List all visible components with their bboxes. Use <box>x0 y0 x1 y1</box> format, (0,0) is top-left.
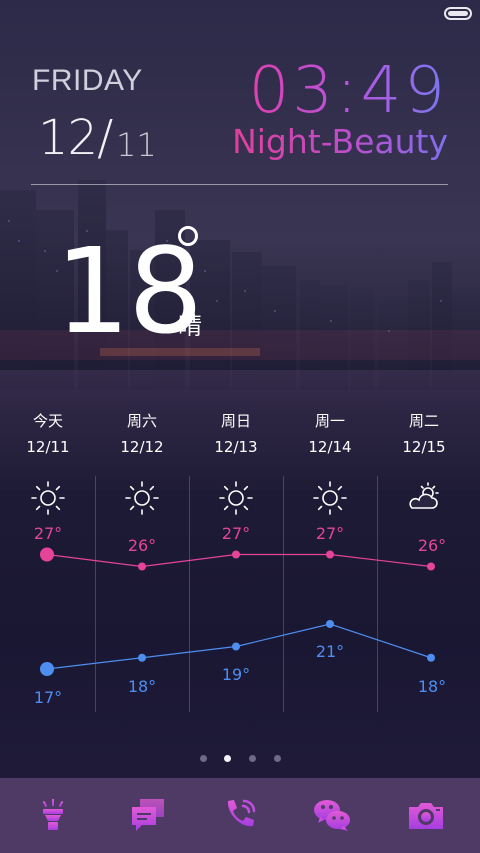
partly-cloudy-icon <box>409 482 439 509</box>
day-name: FRIDAY <box>32 64 143 97</box>
sun-icon <box>125 481 159 515</box>
messages-icon[interactable] <box>128 795 168 835</box>
column-divider <box>189 476 190 712</box>
forecast-date-2: 12/13 <box>214 438 258 456</box>
forecast-day-3: 周一 <box>314 412 345 430</box>
page-dot-active[interactable] <box>224 755 231 762</box>
forecast-date-0: 12/11 <box>26 438 70 456</box>
high-temp-point <box>40 547 54 562</box>
low-temp-label: 18° <box>127 677 157 696</box>
sun-icon <box>313 481 347 515</box>
page-dot[interactable] <box>249 755 256 762</box>
forecast-date-1: 12/12 <box>120 438 164 456</box>
low-temp-point <box>232 642 240 651</box>
page-dot[interactable] <box>274 755 281 762</box>
low-temp-point <box>40 662 54 676</box>
forecast-day-1: 周六 <box>126 412 157 430</box>
column-divider <box>95 476 96 712</box>
low-temp-label: 17° <box>33 688 63 707</box>
low-temp-point <box>326 620 334 628</box>
page-indicator[interactable] <box>196 752 286 762</box>
high-temp-label: 26° <box>127 536 157 555</box>
high-temp-label: 26° <box>417 536 447 555</box>
date-month: 12/ <box>38 110 113 166</box>
high-temp-point <box>427 562 435 571</box>
date-day: 11 <box>116 126 157 164</box>
low-temp-label: 19° <box>221 665 251 684</box>
forecast-date-3: 12/14 <box>308 438 352 456</box>
column-divider <box>283 476 284 712</box>
high-temp-point <box>326 550 334 559</box>
camera-icon[interactable] <box>406 795 446 835</box>
degree-symbol <box>178 226 198 246</box>
sun-icon <box>31 481 65 515</box>
current-condition: 晴 <box>178 312 202 340</box>
flashlight-icon[interactable] <box>33 795 73 835</box>
phone-icon[interactable] <box>220 795 260 835</box>
low-temp-line <box>46 623 432 670</box>
high-temp-point <box>232 550 240 559</box>
high-temp-label: 27° <box>315 524 345 543</box>
header-divider <box>31 184 448 185</box>
wechat-icon[interactable] <box>312 795 352 835</box>
column-divider <box>377 476 378 712</box>
forecast-date-4: 12/15 <box>402 438 446 456</box>
high-temp-point <box>138 562 146 571</box>
low-temp-label: 18° <box>417 677 447 696</box>
battery-icon <box>444 7 472 20</box>
theme-name: Night-Beauty <box>232 122 448 161</box>
forecast-day-2: 周日 <box>220 412 251 430</box>
sun-icon <box>219 481 253 515</box>
forecast-day-4: 周二 <box>408 412 439 430</box>
low-temp-point <box>138 653 146 662</box>
high-temp-label: 27° <box>221 524 251 543</box>
high-temp-label: 27° <box>33 524 63 543</box>
high-temp-line <box>46 553 432 568</box>
clock-time[interactable]: 03:49 <box>249 54 448 128</box>
home-screen: FRIDAY 12/ 11 03:49 Night-Beauty 18 晴 今天… <box>0 0 480 853</box>
forecast-day-0: 今天 <box>32 412 63 430</box>
low-temp-label: 21° <box>315 642 345 661</box>
low-temp-point <box>427 653 435 662</box>
page-dot[interactable] <box>200 755 207 762</box>
